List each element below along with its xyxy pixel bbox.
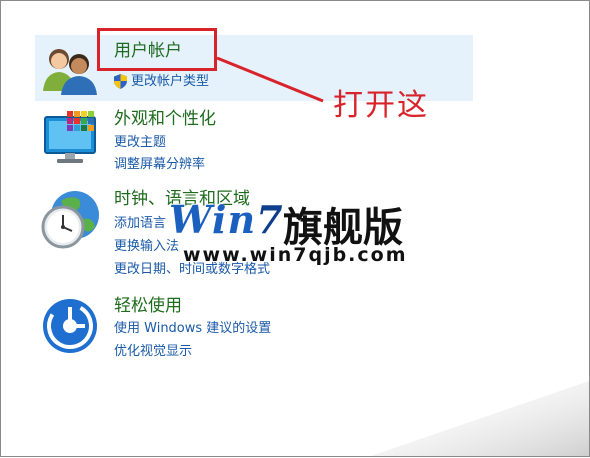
corner-shadow (371, 381, 589, 456)
control-panel-window: 用户帐户 更改帐户类型 外观和个性化 更改主题 调整屏幕分辨率 时钟、语言和区域… (0, 0, 590, 457)
